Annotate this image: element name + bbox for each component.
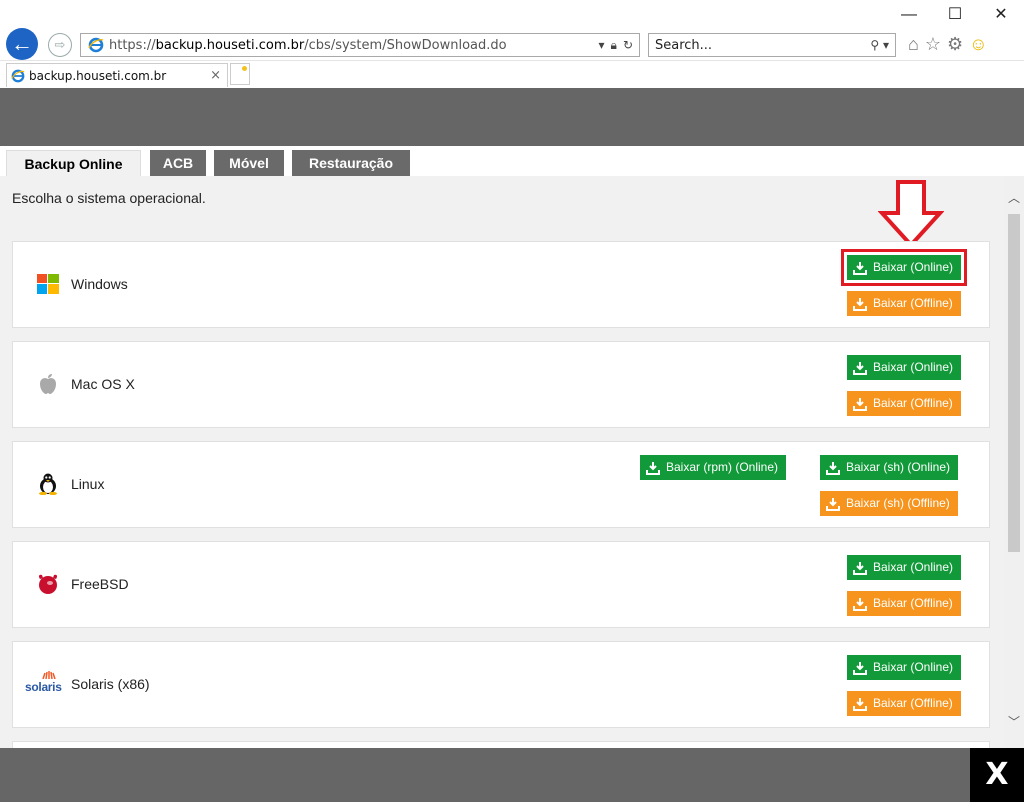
refresh-icon[interactable]: ↻ — [623, 38, 633, 52]
linux-sh-offline-download-button[interactable]: Baixar (sh) (Offline) — [820, 491, 958, 516]
tab-acb[interactable]: ACB — [150, 150, 206, 176]
forward-button[interactable]: ⇨ — [48, 33, 72, 57]
download-icon — [853, 661, 867, 675]
download-icon — [853, 561, 867, 575]
minimize-button[interactable]: — — [886, 2, 932, 28]
download-icon — [853, 361, 867, 375]
close-window-button[interactable]: ✕ — [978, 2, 1024, 28]
download-icon — [826, 461, 840, 475]
os-card-linux: Linux Baixar (rpm) (Online) Baixar (sh) … — [12, 441, 990, 528]
close-tab-icon[interactable]: × — [210, 68, 227, 83]
page-footer-bar — [0, 748, 1024, 802]
download-icon — [853, 597, 867, 611]
download-icon — [853, 261, 867, 275]
download-icon — [826, 497, 840, 511]
new-tab-button[interactable] — [230, 63, 250, 85]
freebsd-offline-download-button[interactable]: Baixar (Offline) — [847, 591, 961, 616]
browser-tab-row: backup.houseti.com.br × — [0, 60, 1024, 89]
address-bar[interactable]: https://backup.houseti.com.br/cbs/system… — [80, 33, 640, 57]
scroll-thumb[interactable] — [1008, 214, 1020, 552]
search-box[interactable]: Search... ⚲ ▾ — [648, 33, 896, 57]
back-button[interactable]: ← — [6, 28, 38, 60]
forward-icon: ⇨ — [54, 37, 66, 52]
solaris-online-download-button[interactable]: Baixar (Online) — [847, 655, 962, 680]
dropdown-icon[interactable]: ▾ — [599, 38, 605, 52]
os-card-partial — [12, 741, 990, 748]
freebsd-icon — [37, 573, 59, 595]
freebsd-online-download-button[interactable]: Baixar (Online) — [847, 555, 962, 580]
home-icon[interactable]: ⌂ — [908, 34, 919, 55]
page-scrollbar[interactable]: ︿ ﹀ — [1004, 176, 1024, 748]
window-controls: — ☐ ✕ — [886, 2, 1024, 28]
solaris-icon: solaris — [25, 671, 71, 695]
tux-icon — [37, 473, 59, 495]
apple-icon — [37, 373, 59, 395]
ie-icon — [88, 37, 104, 53]
url-path: /cbs/system/ShowDownload.do — [304, 37, 507, 53]
arrow-down-icon — [878, 180, 944, 248]
search-icon[interactable]: ⚲ — [870, 38, 879, 52]
linux-rpm-online-download-button[interactable]: Baixar (rpm) (Online) — [640, 455, 787, 480]
maximize-button[interactable]: ☐ — [932, 2, 978, 28]
toolbar-icons: ⌂ ☆ ⚙ ☺ — [908, 34, 988, 55]
tab-movel[interactable]: Móvel — [214, 150, 284, 176]
url-text: https://backup.houseti.com.br/cbs/system… — [109, 37, 507, 53]
gear-icon[interactable]: ⚙ — [947, 34, 963, 55]
page-intro: Escolha o sistema operacional. — [12, 190, 206, 206]
download-icon — [853, 697, 867, 711]
scroll-down-icon[interactable]: ﹀ — [1004, 712, 1024, 732]
browser-tab[interactable]: backup.houseti.com.br × — [6, 63, 228, 87]
os-name: Linux — [71, 476, 105, 492]
download-icon — [853, 397, 867, 411]
os-name: FreeBSD — [71, 576, 129, 592]
close-overlay-button[interactable]: X — [970, 748, 1024, 802]
scroll-up-icon[interactable]: ︿ — [1004, 188, 1024, 208]
download-icon — [646, 461, 660, 475]
tab-ie-icon — [11, 69, 25, 82]
lock-icon[interactable]: 🔒︎ — [611, 38, 617, 53]
tab-backup-online[interactable]: Backup Online — [6, 150, 141, 176]
tab-restauracao[interactable]: Restauração — [292, 150, 410, 176]
back-icon: ← — [11, 31, 33, 56]
search-input[interactable]: Search... — [655, 38, 870, 53]
download-content: Escolha o sistema operacional. Windows B… — [0, 176, 1004, 748]
url-host: backup.houseti.com.br — [155, 37, 305, 53]
windows-icon — [37, 273, 59, 295]
favorites-icon[interactable]: ☆ — [925, 34, 941, 55]
page-header-bar — [0, 88, 1024, 146]
os-card-solaris: solaris Solaris (x86) Baixar (Online) Ba… — [12, 641, 990, 728]
browser-chrome: — ☐ ✕ ← ⇨ https://backup.houseti.com.br/… — [0, 0, 1024, 88]
os-name: Solaris (x86) — [71, 676, 150, 692]
macos-offline-download-button[interactable]: Baixar (Offline) — [847, 391, 961, 416]
windows-offline-download-button[interactable]: Baixar (Offline) — [847, 291, 961, 316]
download-icon — [853, 297, 867, 311]
smiley-icon[interactable]: ☺ — [969, 34, 987, 55]
os-card-windows: Windows Baixar (Online) Baixar (Offline) — [12, 241, 990, 328]
macos-online-download-button[interactable]: Baixar (Online) — [847, 355, 962, 380]
os-card-macos: Mac OS X Baixar (Online) Baixar (Offline… — [12, 341, 990, 428]
solaris-offline-download-button[interactable]: Baixar (Offline) — [847, 691, 961, 716]
os-card-freebsd: FreeBSD Baixar (Online) Baixar (Offline) — [12, 541, 990, 628]
windows-online-download-button[interactable]: Baixar (Online) — [840, 249, 968, 286]
product-tabs: Backup Online ACB Móvel Restauração — [0, 146, 1024, 176]
os-name: Windows — [71, 276, 128, 292]
os-name: Mac OS X — [71, 376, 135, 392]
linux-sh-online-download-button[interactable]: Baixar (sh) (Online) — [820, 455, 959, 480]
browser-tab-title: backup.houseti.com.br — [29, 68, 167, 83]
